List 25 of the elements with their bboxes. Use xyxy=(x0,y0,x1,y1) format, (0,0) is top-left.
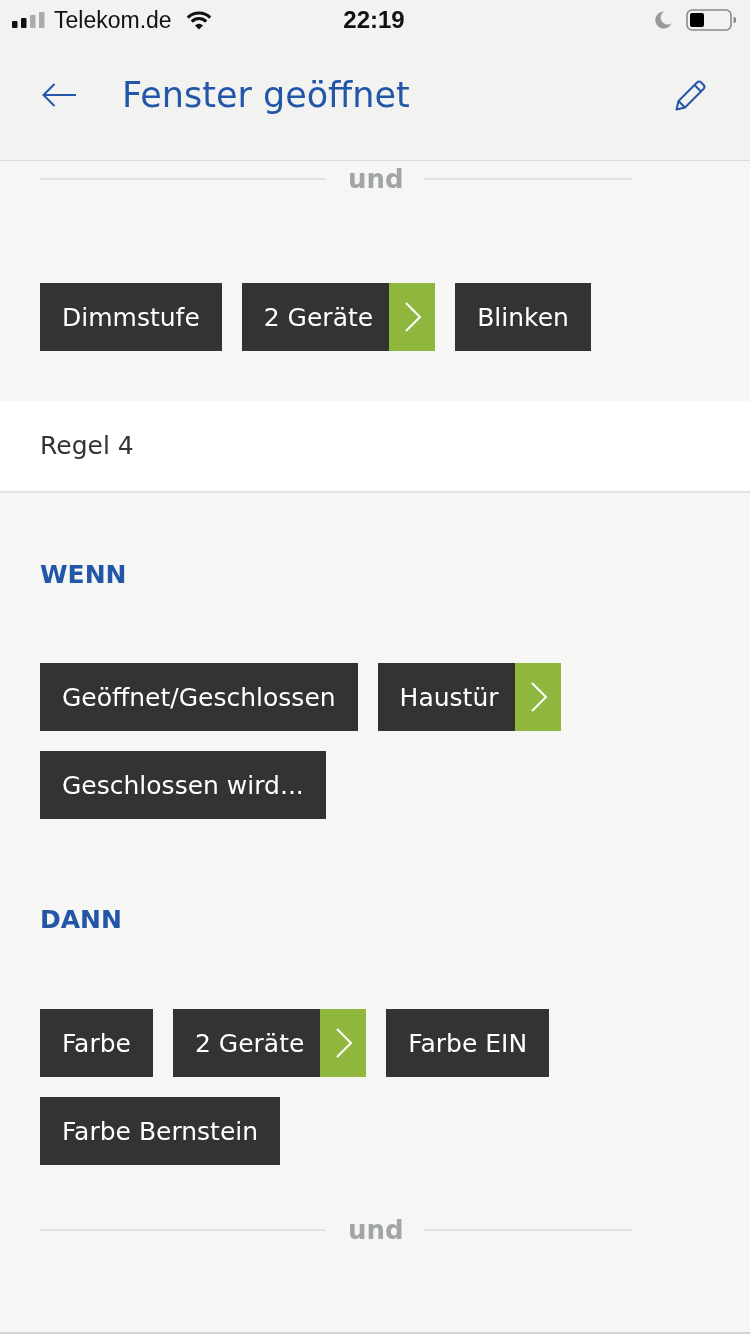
rule-chip[interactable]: 2 Geräte xyxy=(172,1009,367,1077)
rule-chip[interactable]: 2 Geräte xyxy=(241,283,436,351)
chevron-right-icon[interactable] xyxy=(514,663,561,731)
rule-chip[interactable]: Farbe EIN xyxy=(386,1009,550,1077)
separator-label: und xyxy=(348,1214,404,1247)
rule-chip[interactable]: Blinken xyxy=(455,283,591,351)
pencil-icon[interactable] xyxy=(674,78,708,112)
moon-icon xyxy=(654,11,672,29)
back-arrow-icon[interactable] xyxy=(41,82,77,108)
screen-title: Fenster geöffnet xyxy=(122,74,410,117)
rule-chip[interactable]: Geschlossen wird... xyxy=(40,751,326,819)
rule-chip[interactable]: Dimmstufe xyxy=(40,283,222,351)
rule-title: Regel 4 xyxy=(40,430,134,462)
status-time: 22:19 xyxy=(343,6,405,34)
separator-label: und xyxy=(348,163,404,196)
rule-chip[interactable]: Geöffnet/Geschlossen xyxy=(40,663,358,731)
rule-chip[interactable]: Farbe Bernstein xyxy=(40,1097,281,1165)
wifi-icon xyxy=(185,10,212,30)
section-heading: WENN xyxy=(40,559,127,591)
rule-chip[interactable]: Farbe xyxy=(40,1009,153,1077)
rule-chip[interactable]: Haustür xyxy=(377,663,561,731)
section-heading: DANN xyxy=(40,904,122,936)
battery-icon xyxy=(686,9,736,31)
carrier-name: Telekom.de xyxy=(54,6,172,34)
signal-icon xyxy=(12,12,46,28)
